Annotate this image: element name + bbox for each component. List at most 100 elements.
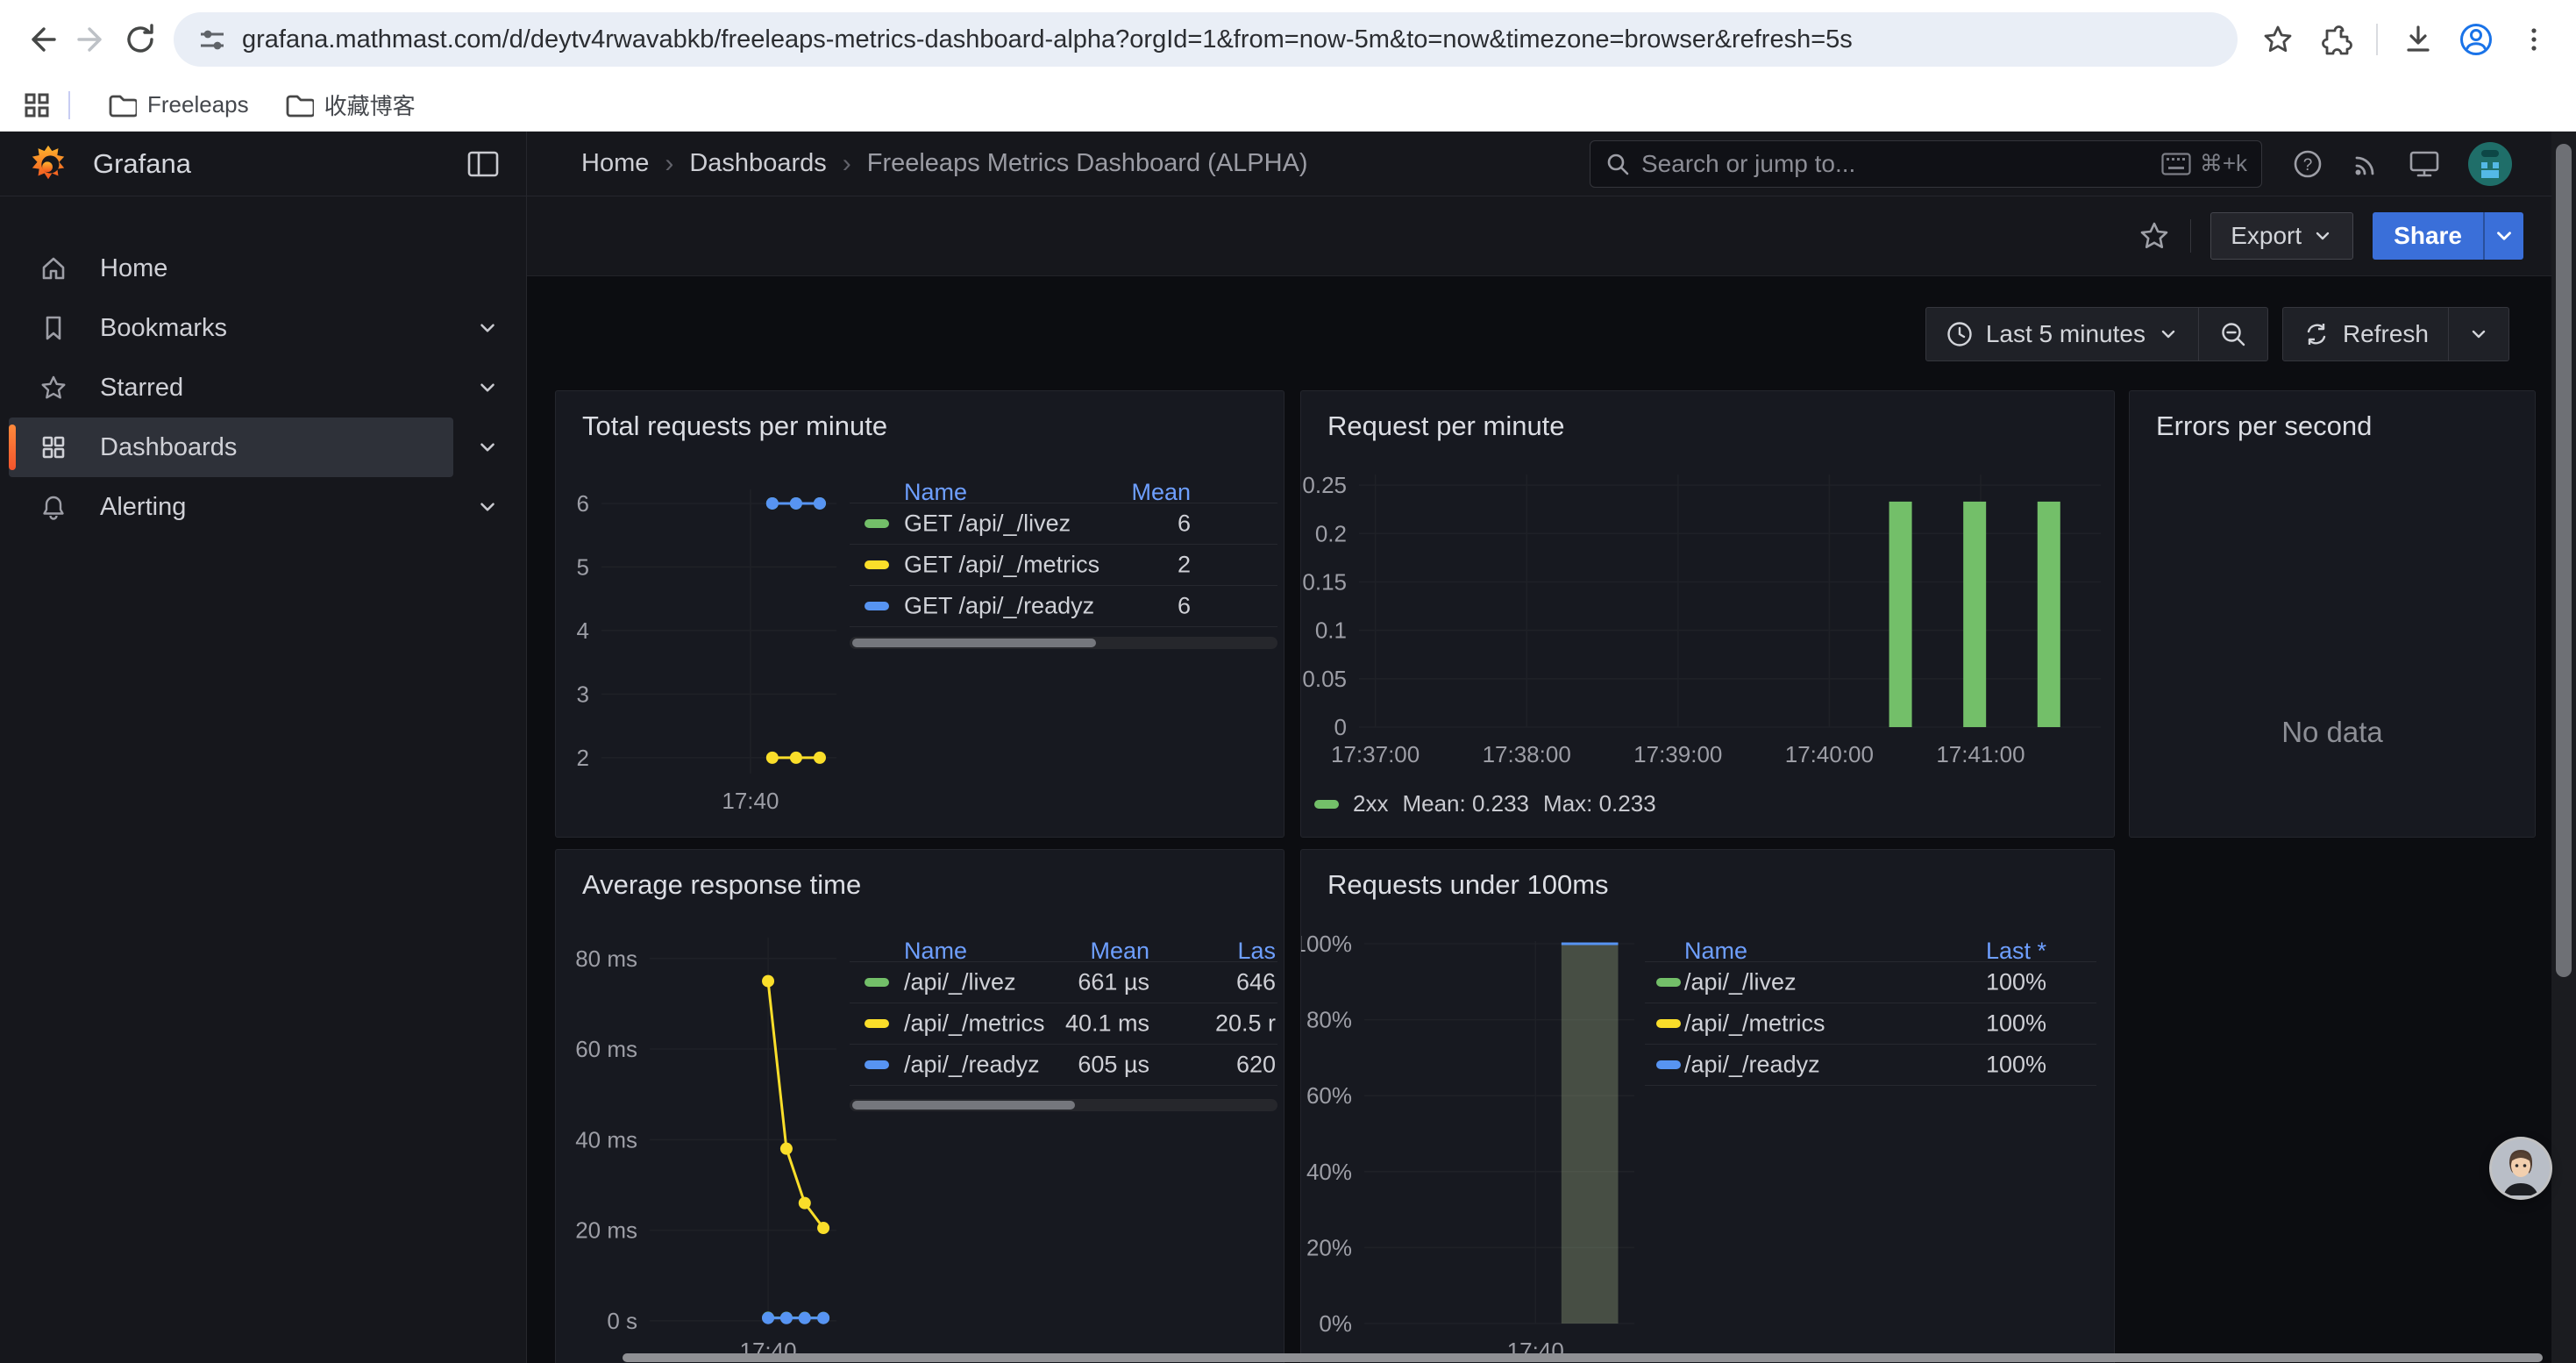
- time-range-picker[interactable]: Last 5 minutes: [1926, 308, 2198, 360]
- news-rss-icon[interactable]: [2350, 148, 2381, 180]
- back-icon[interactable]: [18, 15, 67, 64]
- toolbar-divider: [2376, 24, 2378, 55]
- legend-col-name[interactable]: Name: [904, 479, 967, 506]
- share-menu-chevron-icon[interactable]: [2483, 212, 2523, 260]
- svg-text:20%: 20%: [1306, 1234, 1352, 1260]
- bar-chart[interactable]: 0.250.20.150.10.05017:37:0017:38:0017:39…: [1301, 391, 2114, 837]
- svg-text:4: 4: [577, 617, 589, 644]
- vertical-scrollbar[interactable]: [2551, 132, 2576, 1363]
- series-color-pill: [865, 1060, 889, 1069]
- legend-row[interactable]: GET /api/_/readyz 6: [850, 586, 1277, 627]
- legend-row[interactable]: /api/_/metrics 40.1 ms 20.5 r: [850, 1003, 1277, 1045]
- legend-inline[interactable]: 2xx Mean: 0.233 Max: 0.233: [1314, 790, 1656, 817]
- chevron-down-icon[interactable]: [476, 496, 499, 518]
- refresh-icon: [2302, 320, 2330, 348]
- export-button[interactable]: Export: [2210, 212, 2353, 260]
- apps-grid-icon[interactable]: [21, 89, 53, 121]
- panel-total-requests-per-minute[interactable]: 6543217:40 Total requests per minute Nam…: [555, 390, 1284, 838]
- svg-text:17:40: 17:40: [722, 788, 779, 814]
- sidebar-item-starred[interactable]: Starred: [9, 358, 453, 417]
- breadcrumb-home[interactable]: Home: [581, 149, 649, 178]
- area-chart[interactable]: 100%80%60%40%20%0%17:40: [1301, 850, 2114, 1363]
- bell-icon: [39, 492, 68, 522]
- grafana-app: Grafana Home › Dashboards › Freeleaps Me…: [0, 132, 2576, 1363]
- grafana-logo[interactable]: [28, 144, 68, 184]
- legend-row[interactable]: /api/_/readyz 100%: [1645, 1045, 2096, 1086]
- legend-col-name[interactable]: Name: [1684, 938, 1747, 965]
- series-color-pill: [865, 1019, 889, 1028]
- panel-title[interactable]: Total requests per minute: [582, 410, 887, 442]
- legend-col-last[interactable]: Last *: [1986, 938, 2046, 965]
- legend-col-name[interactable]: Name: [904, 938, 967, 965]
- panel-title[interactable]: Request per minute: [1327, 410, 1565, 442]
- zoom-out-button[interactable]: [2198, 308, 2267, 360]
- panel-errors-per-second[interactable]: Errors per second No data: [2129, 390, 2536, 838]
- favorite-star-icon[interactable]: [2138, 219, 2171, 253]
- bookmarks-bar: Freeleaps 收藏博客: [0, 79, 2576, 132]
- scrollbar-thumb[interactable]: [2556, 144, 2572, 977]
- bookmark-folder-freeleaps[interactable]: Freeleaps: [89, 86, 267, 125]
- legend-scrollbar[interactable]: [850, 1099, 1277, 1111]
- chevron-down-icon[interactable]: [476, 436, 499, 459]
- refresh-interval-picker[interactable]: [2448, 308, 2508, 360]
- extensions-icon[interactable]: [2311, 15, 2360, 64]
- monitor-kiosk-icon[interactable]: [2408, 148, 2441, 180]
- legend-row[interactable]: /api/_/livez 661 µs 646: [850, 962, 1277, 1003]
- series-color-pill: [1656, 1019, 1681, 1028]
- breadcrumb-separator: ›: [665, 149, 673, 179]
- legend-col-mean[interactable]: Mean: [1090, 938, 1149, 965]
- svg-text:?: ?: [2303, 156, 2313, 175]
- legend-row[interactable]: /api/_/livez 100%: [1645, 962, 2096, 1003]
- svg-text:0.15: 0.15: [1302, 568, 1347, 595]
- zoom-out-icon: [2218, 319, 2248, 349]
- sidebar-item-alerting[interactable]: Alerting: [9, 477, 453, 537]
- url-bar[interactable]: grafana.mathmast.com/d/deytv4rwavabkb/fr…: [174, 12, 2238, 67]
- sidebar-item-dashboards[interactable]: Dashboards: [9, 417, 453, 477]
- panel-average-response-time[interactable]: 80 ms60 ms40 ms20 ms0 s17:40 Average res…: [555, 849, 1284, 1363]
- refresh-button[interactable]: Refresh: [2283, 308, 2448, 360]
- star-icon: [39, 373, 68, 403]
- series-color-pill: [1656, 1060, 1681, 1069]
- site-settings-icon[interactable]: [196, 24, 228, 55]
- legend-row[interactable]: /api/_/metrics 100%: [1645, 1003, 2096, 1045]
- legend-col-last[interactable]: Las: [1237, 938, 1276, 965]
- grafana-header-left: Grafana: [0, 132, 527, 196]
- dock-menu-toggle-icon[interactable]: [466, 149, 500, 179]
- panel-title[interactable]: Requests under 100ms: [1327, 869, 1609, 901]
- panel-request-per-minute[interactable]: 0.250.20.150.10.05017:37:0017:38:0017:39…: [1300, 390, 2115, 838]
- horizontal-scrollbar[interactable]: [623, 1353, 2543, 1362]
- forward-icon[interactable]: [67, 15, 116, 64]
- legend-row[interactable]: GET /api/_/metrics 2: [850, 545, 1277, 586]
- bookmark-folder-blogs[interactable]: 收藏博客: [267, 86, 433, 125]
- user-avatar[interactable]: [2467, 141, 2513, 187]
- share-button[interactable]: Share: [2373, 212, 2523, 260]
- sidebar-item-home[interactable]: Home: [9, 239, 453, 298]
- bookmark-icon: [39, 313, 68, 343]
- downloads-icon[interactable]: [2394, 15, 2443, 64]
- legend-row[interactable]: /api/_/readyz 605 µs 620: [850, 1045, 1277, 1086]
- chevron-down-icon[interactable]: [476, 317, 499, 339]
- search-input[interactable]: Search or jump to... ⌘+k: [1590, 140, 2262, 188]
- bookmark-star-icon[interactable]: [2253, 15, 2302, 64]
- reload-icon[interactable]: [116, 15, 165, 64]
- legend-scrollbar[interactable]: [850, 637, 1277, 649]
- svg-text:5: 5: [577, 553, 589, 580]
- legend-col-mean[interactable]: Mean: [1131, 479, 1191, 506]
- sidebar-item-bookmarks[interactable]: Bookmarks: [9, 298, 453, 358]
- panel-title[interactable]: Errors per second: [2156, 410, 2372, 442]
- svg-text:0.05: 0.05: [1302, 666, 1347, 692]
- breadcrumb-dashboards[interactable]: Dashboards: [689, 149, 826, 178]
- sidebar-nav: Home Bookmarks Starred Dashboards Alerti…: [0, 196, 527, 1363]
- browser-menu-icon[interactable]: [2509, 15, 2558, 64]
- browser-toolbar: grafana.mathmast.com/d/deytv4rwavabkb/fr…: [0, 0, 2576, 79]
- help-icon[interactable]: ?: [2292, 148, 2323, 180]
- svg-text:17:38:00: 17:38:00: [1483, 741, 1571, 767]
- panel-title[interactable]: Average response time: [582, 869, 861, 901]
- svg-text:20 ms: 20 ms: [575, 1217, 637, 1244]
- legend-row[interactable]: GET /api/_/livez 6: [850, 503, 1277, 545]
- chevron-down-icon[interactable]: [476, 376, 499, 399]
- bookmarks-divider: [68, 91, 70, 119]
- panel-requests-under-100ms[interactable]: 100%80%60%40%20%0%17:40 Requests under 1…: [1300, 849, 2115, 1363]
- floating-assistant-avatar[interactable]: [2492, 1139, 2550, 1197]
- profile-icon[interactable]: [2451, 15, 2501, 64]
